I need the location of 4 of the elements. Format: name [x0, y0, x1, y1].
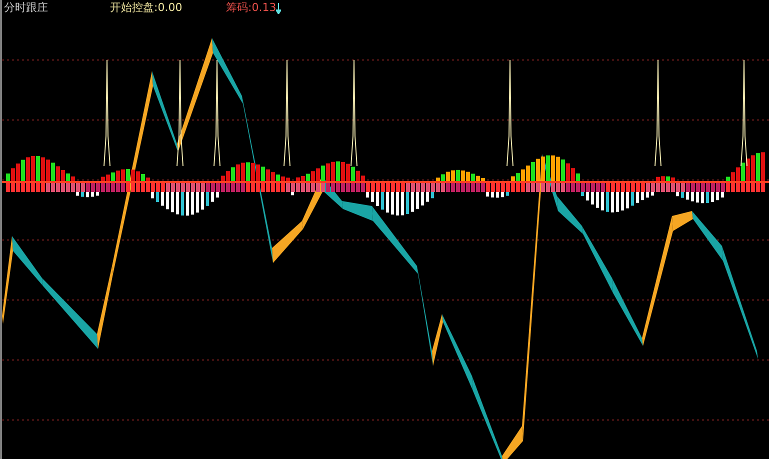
indicator-title: 分时跟庄 [4, 1, 49, 15]
indicator-value: 开始控盘:0.00 [110, 1, 182, 15]
indicator-value: 筹码:0.13 [226, 1, 276, 15]
down-arrow-icon [276, 2, 282, 14]
